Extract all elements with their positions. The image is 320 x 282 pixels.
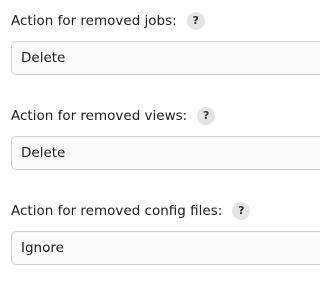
setting-label-row: Action for removed config files: ? [11,201,251,221]
setting-label-row: Action for removed views: ? [11,106,216,126]
removed-views-select[interactable]: Delete [11,136,320,170]
removed-jobs-label: Action for removed jobs: [11,13,177,29]
removed-config-files-label: Action for removed config files: [11,203,223,219]
removed-views-label: Action for removed views: [11,108,188,124]
removed-jobs-select[interactable]: Delete [11,41,320,75]
removed-config-files-select-value: Ignore [21,240,64,256]
removed-config-files-select[interactable]: Ignore [11,231,320,265]
help-icon[interactable]: ? [186,12,205,30]
removed-jobs-select-value: Delete [21,50,66,66]
setting-label-row: Action for removed jobs: ? [11,11,205,31]
help-icon[interactable]: ? [197,107,216,125]
removed-views-select-value: Delete [21,145,66,161]
help-icon[interactable]: ? [232,202,251,220]
